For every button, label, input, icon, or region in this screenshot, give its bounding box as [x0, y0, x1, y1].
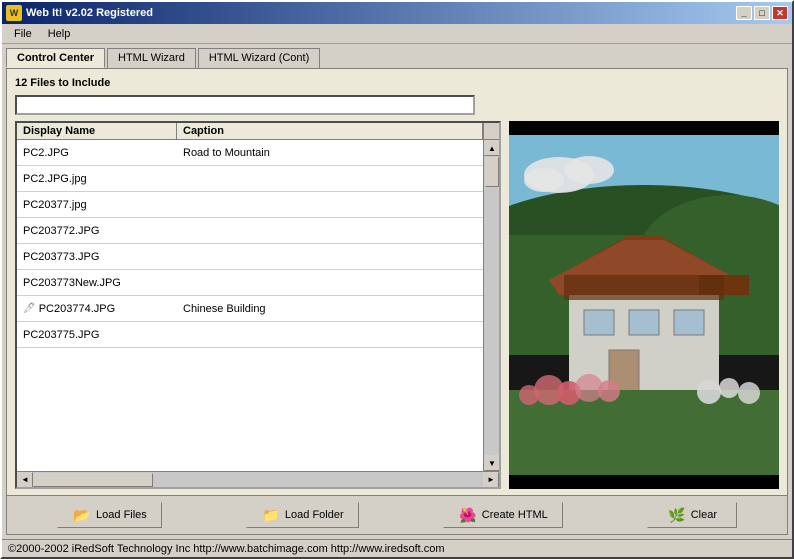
app-icon: W [6, 5, 22, 21]
cell-name: PC203772.JPG [17, 223, 177, 239]
load-files-icon: 📂 [72, 507, 92, 523]
table-row[interactable]: PC203773.JPG [17, 244, 483, 270]
table-row[interactable]: PC2.JPG.jpg [17, 166, 483, 192]
h-scroll-track[interactable] [33, 472, 483, 488]
table-row[interactable]: 🖊 PC203774.JPG Chinese Building [17, 296, 483, 322]
load-folder-icon: 📁 [261, 507, 281, 523]
menu-bar: File Help [2, 24, 792, 44]
vertical-scrollbar[interactable]: ▲ ▼ [483, 140, 499, 471]
table-row[interactable]: PC203773New.JPG [17, 270, 483, 296]
cell-caption [177, 177, 483, 181]
table-row[interactable]: PC203772.JPG [17, 218, 483, 244]
tab-html-wizard[interactable]: HTML Wizard [107, 48, 196, 68]
cell-name: 🖊 PC203774.JPG [17, 301, 177, 317]
cell-caption [177, 229, 483, 233]
tab-control-center[interactable]: Control Center [6, 48, 105, 68]
cell-name: PC2.JPG [17, 145, 177, 161]
cell-caption [177, 203, 483, 207]
col-display-name: Display Name [17, 123, 177, 139]
window-title: Web It! v2.02 Registered [26, 7, 153, 19]
clear-button[interactable]: 🌿 Clear [647, 502, 737, 528]
load-folder-button[interactable]: 📁 Load Folder [246, 502, 359, 528]
scroll-left-button[interactable]: ◄ [17, 472, 33, 488]
bottom-buttons: 📂 Load Files 📁 Load Folder 🌺 Create HTML… [7, 495, 787, 534]
title-bar: W Web It! v2.02 Registered _ □ ✕ [2, 2, 792, 24]
cell-name: PC203773New.JPG [17, 275, 177, 291]
load-folder-label: Load Folder [285, 509, 344, 521]
col-caption: Caption [177, 123, 483, 139]
close-button[interactable]: ✕ [772, 6, 788, 20]
table-body: PC2.JPG Road to Mountain PC2.JPG.jpg PC2… [17, 140, 483, 471]
load-files-label: Load Files [96, 509, 147, 521]
scroll-track[interactable] [484, 156, 499, 455]
table-and-image: Display Name Caption PC2.JPG Road to Mou… [15, 121, 779, 489]
cell-name: PC203773.JPG [17, 249, 177, 265]
table-header: Display Name Caption [17, 123, 499, 140]
cell-caption [177, 333, 483, 337]
title-bar-left: W Web It! v2.02 Registered [6, 5, 153, 21]
table-row[interactable]: PC203775.JPG [17, 322, 483, 348]
maximize-button[interactable]: □ [754, 6, 770, 20]
load-files-button[interactable]: 📂 Load Files [57, 502, 162, 528]
scroll-right-button[interactable]: ► [483, 472, 499, 488]
cell-name: PC20377.jpg [17, 197, 177, 213]
cell-caption [177, 255, 483, 259]
main-content: 12 Files to Include Display Name Caption [6, 68, 788, 535]
minimize-button[interactable]: _ [736, 6, 752, 20]
status-text: ©2000-2002 iRedSoft Technology Inc http:… [8, 543, 445, 555]
row-icon: 🖊 [23, 303, 36, 314]
cell-caption: Road to Mountain [177, 145, 483, 161]
create-html-label: Create HTML [482, 509, 548, 521]
menu-help[interactable]: Help [40, 26, 79, 42]
create-html-button[interactable]: 🌺 Create HTML [443, 502, 563, 528]
main-window: W Web It! v2.02 Registered _ □ ✕ File He… [0, 0, 794, 559]
horizontal-scrollbar[interactable]: ◄ ► [17, 471, 499, 487]
cell-caption [177, 281, 483, 285]
scroll-down-button[interactable]: ▼ [484, 455, 499, 471]
clear-icon: 🌿 [667, 507, 687, 523]
image-preview [509, 121, 779, 489]
menu-file[interactable]: File [6, 26, 40, 42]
table-row[interactable]: PC20377.jpg [17, 192, 483, 218]
create-html-icon: 🌺 [458, 507, 478, 523]
title-buttons: _ □ ✕ [736, 6, 788, 20]
cell-name: PC203775.JPG [17, 327, 177, 343]
scroll-thumb[interactable] [485, 157, 499, 187]
files-label: 12 Files to Include [15, 77, 779, 89]
cell-caption: Chinese Building [177, 301, 483, 317]
status-bar: ©2000-2002 iRedSoft Technology Inc http:… [2, 539, 792, 557]
search-input[interactable] [15, 95, 475, 115]
file-table: Display Name Caption PC2.JPG Road to Mou… [15, 121, 501, 489]
h-scroll-thumb[interactable] [33, 473, 153, 487]
table-row[interactable]: PC2.JPG Road to Mountain [17, 140, 483, 166]
tab-html-wizard-cont[interactable]: HTML Wizard (Cont) [198, 48, 320, 68]
tab-bar: Control Center HTML Wizard HTML Wizard (… [2, 44, 792, 68]
clear-label: Clear [691, 509, 717, 521]
cell-name: PC2.JPG.jpg [17, 171, 177, 187]
scroll-up-button[interactable]: ▲ [484, 140, 499, 156]
